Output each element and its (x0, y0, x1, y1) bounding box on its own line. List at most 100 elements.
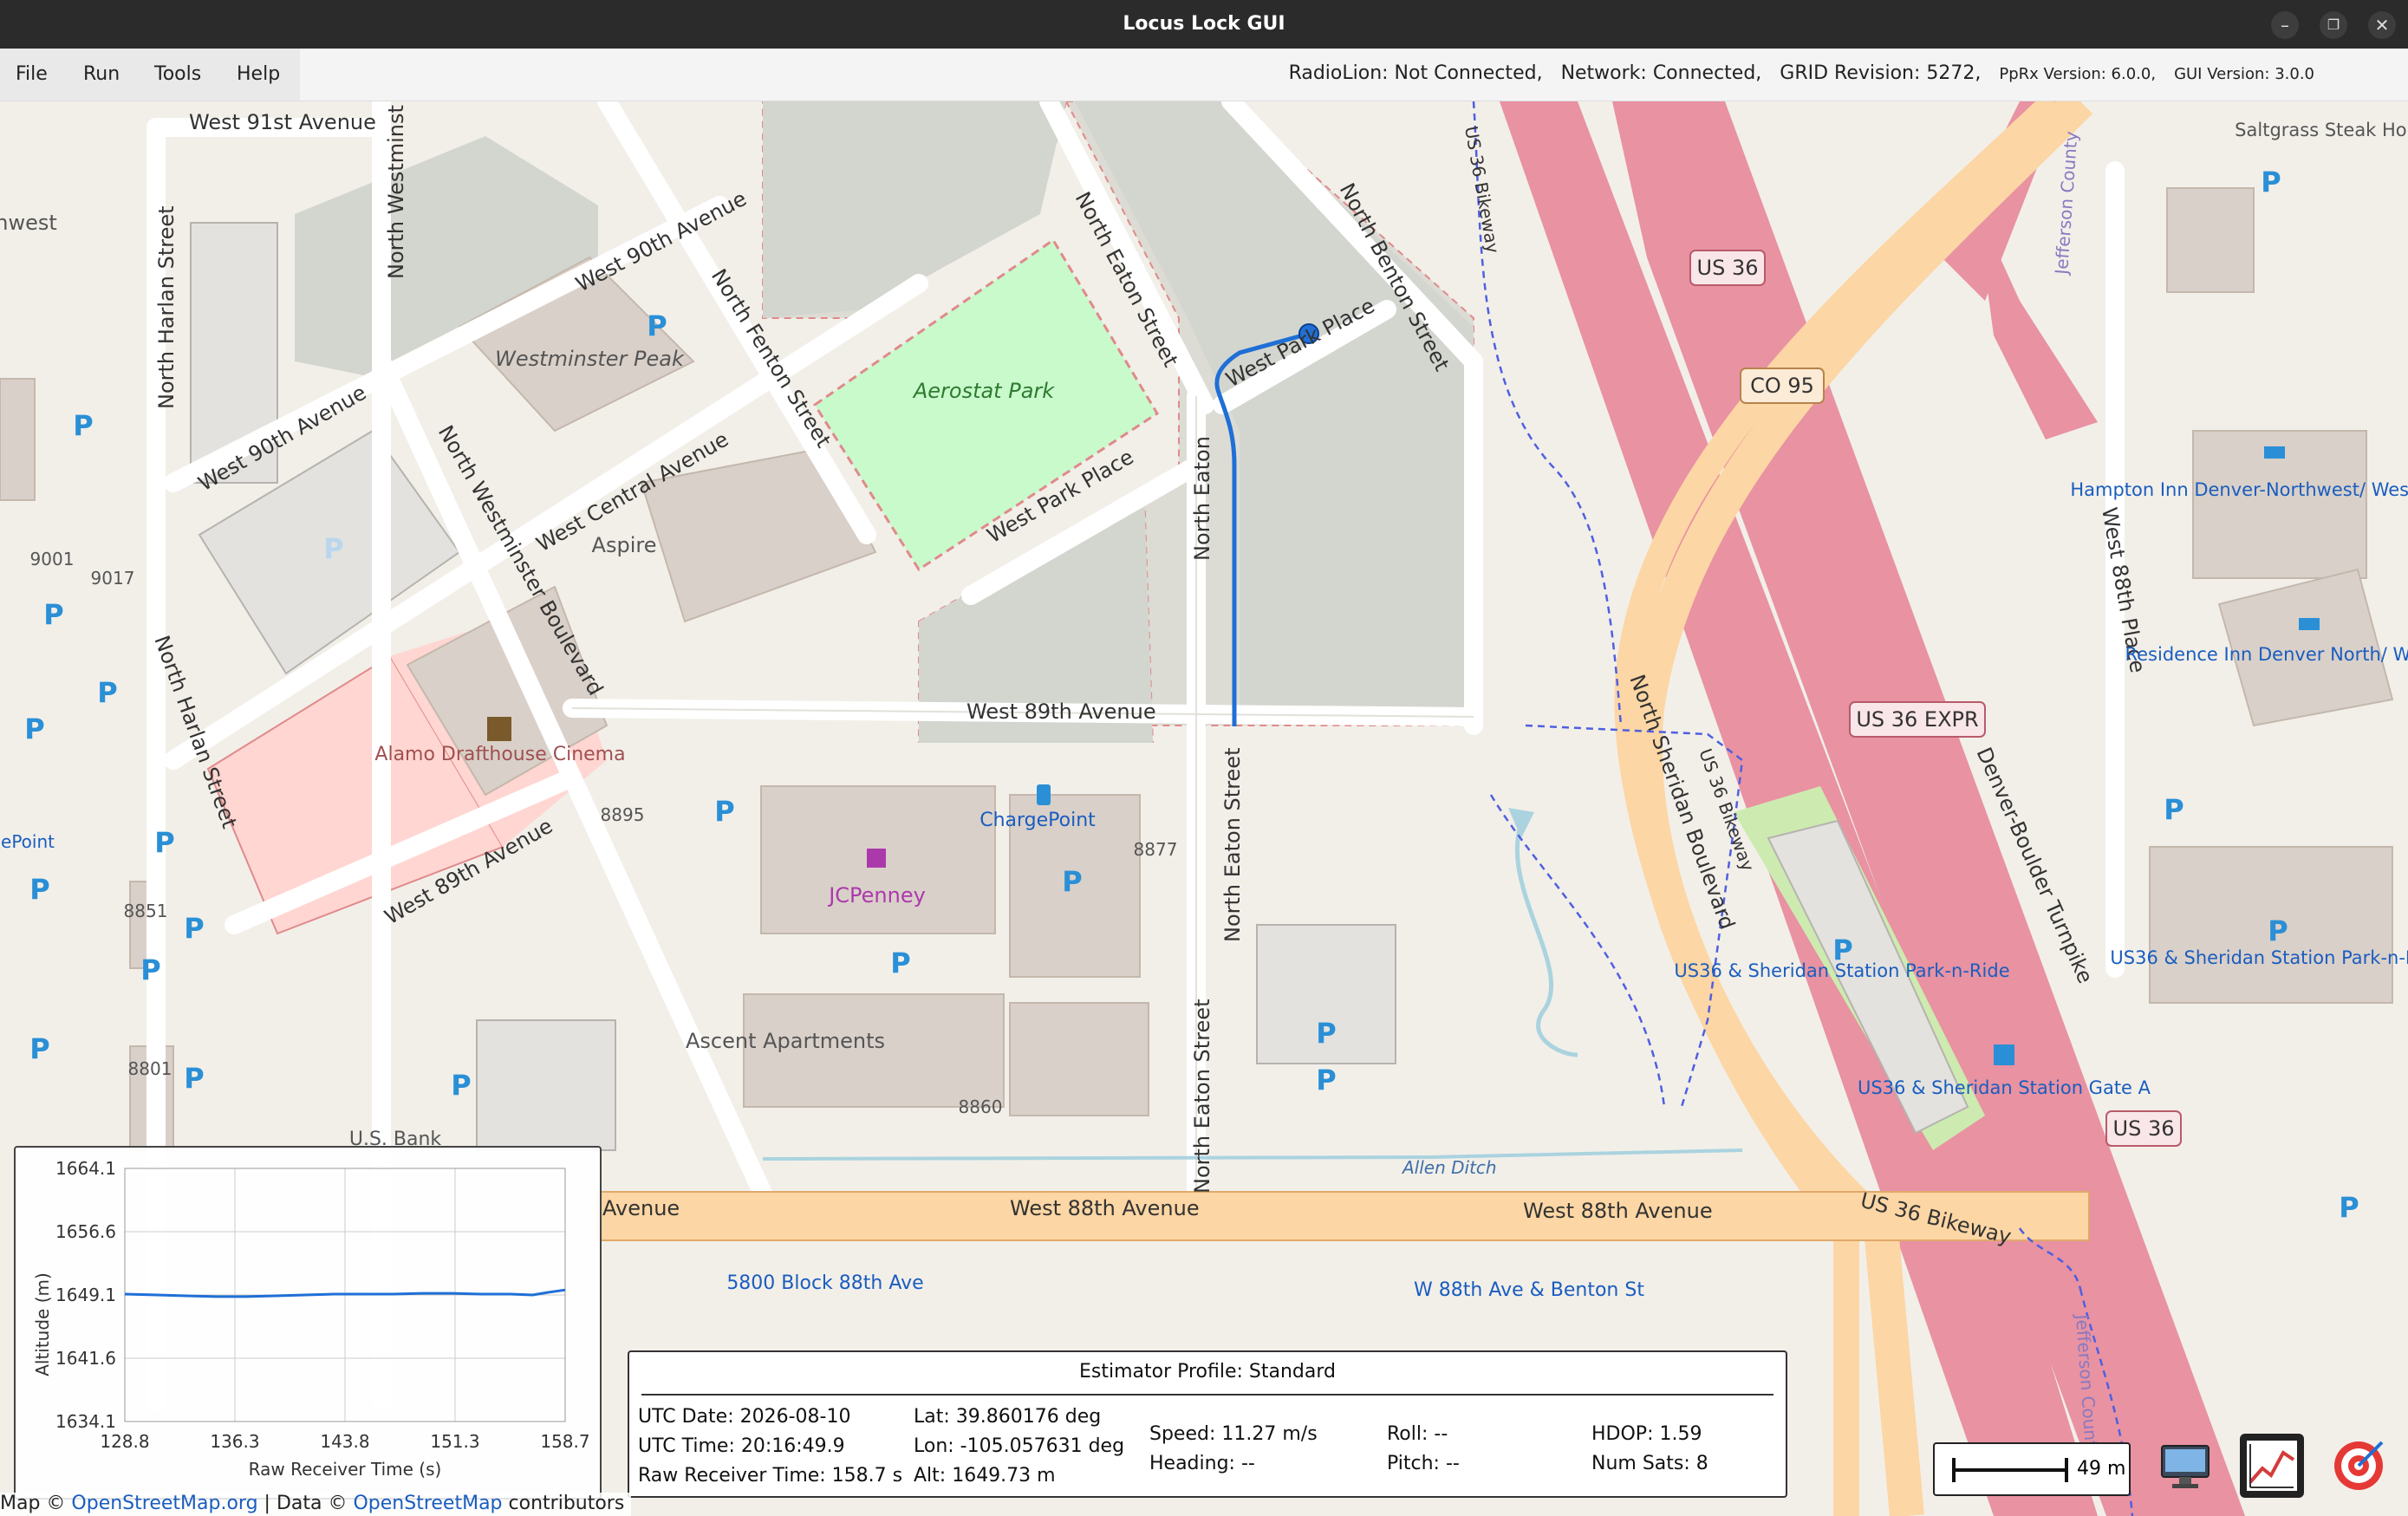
altitude-plot: 1664.1 1656.6 1649.1 1641.6 1634.1 128.8 136.3… (14, 1146, 602, 1500)
map-label-allen-ditch: Allen Ditch (1401, 1157, 1497, 1178)
map-label-n-westminster-top: North Westminst (384, 105, 408, 279)
pitch: Pitch: -- (1387, 1453, 1460, 1474)
plot-ytick: 1656.6 (55, 1221, 116, 1242)
window-title: Locus Lock GUI (1123, 13, 1285, 35)
speed: Speed: 11.27 m/s (1149, 1423, 1318, 1445)
svg-text:P: P (1832, 934, 1852, 966)
raw-receiver-time: Raw Receiver Time: 158.7 s (638, 1465, 903, 1487)
svg-text:P: P (714, 795, 734, 828)
pprx-version: PpRx Version: 6.0.0, (1999, 65, 2157, 83)
svg-text:P: P (1062, 865, 1082, 898)
poi-chargepoint: ChargePoint (979, 810, 1096, 831)
edge-west: hwest (0, 211, 57, 235)
menu-help[interactable]: Help (237, 63, 280, 85)
poi-alamo: Alamo Drafthouse Cinema (374, 744, 625, 765)
hdop: HDOP: 1.59 (1591, 1423, 1702, 1445)
target-icon (2334, 1441, 2384, 1490)
poi-parkride2: US36 & Sheridan Station Park-n-Ride (2110, 947, 2408, 968)
plot-ytick: 1641.6 (55, 1348, 116, 1369)
svg-text:P: P (24, 712, 44, 745)
addr-8801: 8801 (128, 1058, 172, 1079)
estimator-panel: Estimator Profile: Standard UTC Date: 20… (628, 1350, 1787, 1498)
attrib-data: | Data © (264, 1493, 348, 1514)
poi-aerostat: Aerostat Park (912, 379, 1055, 403)
longitude: Lon: -105.057631 deg (914, 1435, 1125, 1457)
svg-text:P: P (1316, 1064, 1336, 1096)
svg-text:P: P (2261, 166, 2281, 198)
shield-us36-2: US 36 (2113, 1116, 2175, 1141)
close-button[interactable]: ✕ (2368, 11, 2396, 39)
addr-8895: 8895 (601, 804, 645, 825)
svg-text:P: P (154, 826, 174, 859)
chart-icon (2247, 1441, 2297, 1491)
minimize-button[interactable]: – (2271, 11, 2299, 39)
monitor-icon (2161, 1445, 2210, 1488)
poi-stop-5800: 5800 Block 88th Ave (726, 1272, 923, 1294)
svg-text:P: P (184, 1062, 204, 1095)
svg-text:P: P (140, 953, 160, 986)
poi-gate-a: US36 & Sheridan Station Gate A (1858, 1077, 2151, 1098)
plot-xtick: 158.7 (540, 1431, 589, 1452)
svg-text:P: P (890, 947, 910, 979)
maximize-button[interactable]: ❐ (2320, 11, 2347, 39)
shield-us36-1: US 36 (1697, 256, 1759, 280)
plot-button[interactable] (2240, 1434, 2304, 1498)
svg-text:P: P (451, 1069, 471, 1102)
scale-label: 49 m (2077, 1458, 2126, 1480)
poi-ascent: Ascent Apartments (686, 1029, 885, 1053)
map-attribution: Map © OpenStreetMap.org | Data © OpenStr… (0, 1493, 632, 1516)
scale-line (1952, 1468, 2066, 1472)
roll: Roll: -- (1387, 1423, 1448, 1445)
plot-xtick: 151.3 (430, 1431, 479, 1452)
plot-xtick: 128.8 (100, 1431, 149, 1452)
svg-text:P: P (97, 676, 117, 709)
scale-bar: 49 m (1933, 1442, 2131, 1496)
target-button[interactable] (2327, 1434, 2391, 1498)
map-label-w91: West 91st Avenue (189, 110, 376, 134)
addr-8877: 8877 (1134, 839, 1178, 860)
plot-ytick: 1649.1 (55, 1285, 116, 1305)
svg-text:P: P (323, 532, 343, 565)
attrib-osm-link[interactable]: OpenStreetMap.org (71, 1493, 257, 1514)
latitude: Lat: 39.860176 deg (914, 1406, 1102, 1428)
plot-ytick: 1664.1 (55, 1158, 116, 1179)
title-bar: Locus Lock GUI – ❐ ✕ (0, 0, 2408, 49)
shield-expr: US 36 EXPR (1856, 707, 1978, 732)
monitor-button[interactable] (2153, 1434, 2217, 1498)
plot-xtick: 143.8 (320, 1431, 369, 1452)
connection-status: RadioLion: Not Connected, Network: Conne… (1277, 62, 2314, 84)
poi-hampton: Hampton Inn Denver-Northwest/ Westminste… (2070, 479, 2408, 500)
shield-co95: CO 95 (1750, 374, 1814, 398)
map-label-n-eaton3: North Eaton Street (1220, 748, 1245, 942)
attrib-osm2-link[interactable]: OpenStreetMap (353, 1493, 502, 1514)
addr-9001: 9001 (30, 549, 75, 569)
altitude-chart: 1664.1 1656.6 1649.1 1641.6 1634.1128.8 136.3… (32, 1158, 590, 1480)
svg-text:P: P (647, 309, 667, 342)
svg-text:P: P (2268, 914, 2288, 947)
poi-saltgrass: Saltgrass Steak House (2235, 120, 2408, 140)
svg-text:P: P (2339, 1191, 2359, 1224)
menu-file[interactable]: File (16, 63, 48, 85)
addr-8860: 8860 (959, 1096, 1003, 1117)
scale-tick-right (2065, 1458, 2068, 1482)
radiolion-status: RadioLion: Not Connected, (1288, 62, 1543, 84)
grid-revision: GRID Revision: 5272, (1780, 62, 1982, 84)
plot-ylabel: Altitude (m) (32, 1272, 53, 1376)
estimator-profile: Estimator Profile: Standard (1078, 1361, 1337, 1383)
svg-text:P: P (29, 1032, 49, 1065)
svg-text:P: P (29, 873, 49, 906)
map-label-n-eaton2: North Eaton (1190, 436, 1214, 561)
map-label-w88c: Avenue (602, 1196, 680, 1220)
utc-date: UTC Date: 2026-08-10 (638, 1406, 851, 1428)
addr-9017: 9017 (91, 568, 135, 589)
edge-point: ePoint (1, 831, 55, 852)
menu-tools[interactable]: Tools (154, 63, 201, 85)
poi-jcpenney: JCPenney (827, 883, 926, 908)
altitude: Alt: 1649.73 m (914, 1465, 1056, 1487)
addr-8851: 8851 (124, 901, 168, 921)
poi-westminster-peak: Westminster Peak (495, 347, 685, 371)
svg-text:P: P (2164, 793, 2183, 826)
menu-run[interactable]: Run (83, 63, 120, 85)
map-label-w88b: West 88th Avenue (1523, 1199, 1713, 1223)
map-label-w88a: West 88th Avenue (1010, 1196, 1200, 1220)
